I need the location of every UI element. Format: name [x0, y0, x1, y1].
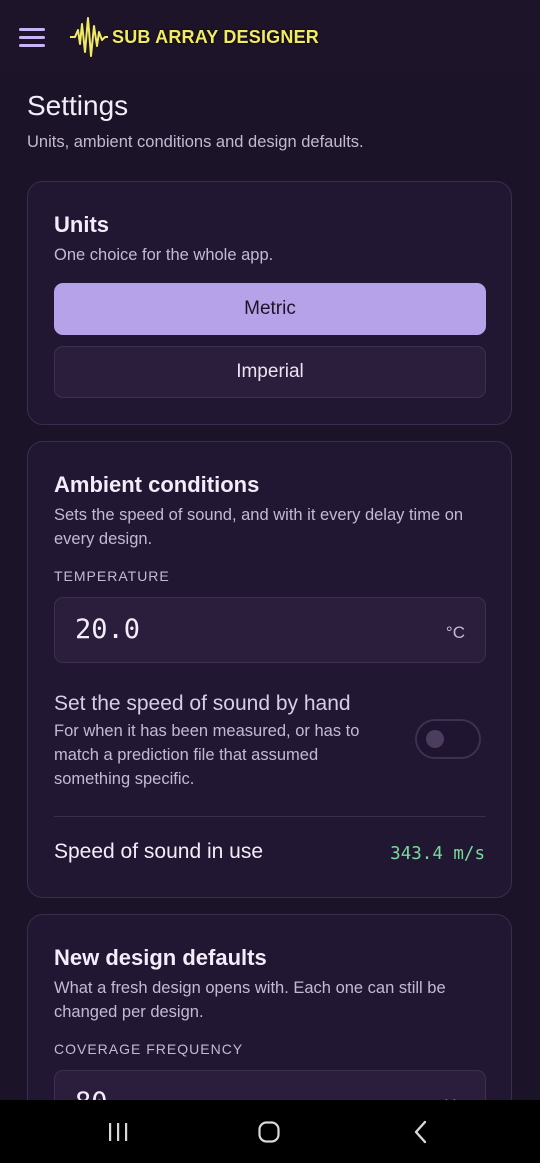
- app-logo: SUB ARRAY DESIGNER: [70, 14, 319, 60]
- coverage-frequency-field[interactable]: Hz: [54, 1070, 486, 1100]
- temperature-label: TEMPERATURE: [54, 568, 170, 584]
- divider: [54, 816, 486, 817]
- units-card: Units One choice for the whole app. Metr…: [27, 181, 512, 425]
- defaults-description: What a fresh design opens with. Each one…: [54, 979, 446, 1021]
- ambient-title: Ambient conditions: [54, 472, 260, 497]
- app-title: SUB ARRAY DESIGNER: [112, 26, 319, 47]
- back-icon[interactable]: [401, 1112, 441, 1152]
- speed-of-sound-value: 343.4 m/s: [390, 844, 485, 864]
- page-title: Settings: [27, 90, 129, 121]
- metric-button[interactable]: Metric: [54, 283, 486, 335]
- waveform-logo-icon: [70, 17, 108, 57]
- defaults-title: New design defaults: [54, 945, 267, 970]
- manual-sos-title: Set the speed of sound by hand: [54, 692, 351, 715]
- settings-screen: SUB ARRAY DESIGNER Settings Units, ambie…: [0, 0, 540, 1100]
- home-icon[interactable]: [249, 1112, 289, 1152]
- manual-sos-description: For when it has been measured, or has to…: [54, 722, 360, 788]
- units-description: One choice for the whole app.: [54, 246, 274, 264]
- temperature-input[interactable]: [75, 614, 375, 645]
- app-bar: SUB ARRAY DESIGNER: [0, 0, 540, 74]
- coverage-frequency-label: COVERAGE FREQUENCY: [54, 1041, 244, 1057]
- system-navigation-bar: [0, 1100, 540, 1163]
- speed-of-sound-label: Speed of sound in use: [54, 840, 263, 863]
- ambient-conditions-card: Ambient conditions Sets the speed of sou…: [27, 441, 512, 898]
- units-title: Units: [54, 212, 109, 237]
- page-subtitle: Units, ambient conditions and design def…: [27, 133, 364, 151]
- temperature-unit: °C: [445, 623, 465, 642]
- imperial-button[interactable]: Imperial: [54, 346, 486, 398]
- hamburger-menu-icon[interactable]: [14, 20, 50, 54]
- design-defaults-card: New design defaults What a fresh design …: [27, 914, 512, 1100]
- ambient-description: Sets the speed of sound, and with it eve…: [54, 506, 464, 548]
- manual-sos-toggle[interactable]: [415, 719, 481, 759]
- toggle-knob: [426, 730, 444, 748]
- coverage-frequency-input[interactable]: [75, 1087, 375, 1100]
- temperature-field[interactable]: °C: [54, 597, 486, 663]
- recents-icon[interactable]: [98, 1112, 138, 1152]
